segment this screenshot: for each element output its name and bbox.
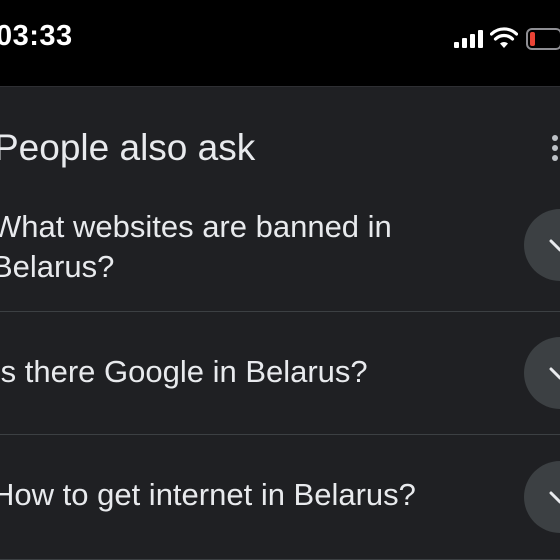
more-vertical-icon[interactable]	[552, 135, 560, 161]
people-also-ask-card: People also ask What websites are banned…	[0, 86, 560, 560]
wifi-icon	[490, 27, 518, 48]
screen: 03:33 People also ask What websites are …	[0, 0, 560, 560]
expand-button[interactable]	[524, 209, 560, 281]
section-title: People also ask	[0, 127, 256, 168]
question-line: What websites are banned in	[0, 209, 392, 244]
question-text: Is there Google in Belarus?	[0, 352, 462, 392]
status-bar: 03:33	[0, 0, 560, 80]
expand-button[interactable]	[524, 337, 560, 409]
cellular-signal-icon	[454, 30, 483, 48]
question-item[interactable]: What websites are banned in Belarus?	[0, 205, 560, 311]
status-time: 03:33	[0, 20, 73, 52]
battery-low-icon	[526, 28, 560, 50]
question-item[interactable]: Is there Google in Belarus?	[0, 312, 560, 434]
chevron-down-icon	[549, 239, 560, 252]
question-text: What websites are banned in Belarus?	[0, 207, 462, 287]
chevron-down-icon	[549, 367, 560, 380]
chevron-down-icon	[549, 491, 560, 504]
expand-button[interactable]	[524, 461, 560, 533]
question-line: Is there Google in Belarus?	[0, 354, 368, 389]
status-icons	[450, 26, 560, 52]
question-item[interactable]: How to get internet in Belarus?	[0, 435, 560, 559]
question-line: How to get internet in Belarus?	[0, 477, 416, 512]
question-line: Belarus?	[0, 249, 115, 284]
question-text: How to get internet in Belarus?	[0, 475, 462, 515]
